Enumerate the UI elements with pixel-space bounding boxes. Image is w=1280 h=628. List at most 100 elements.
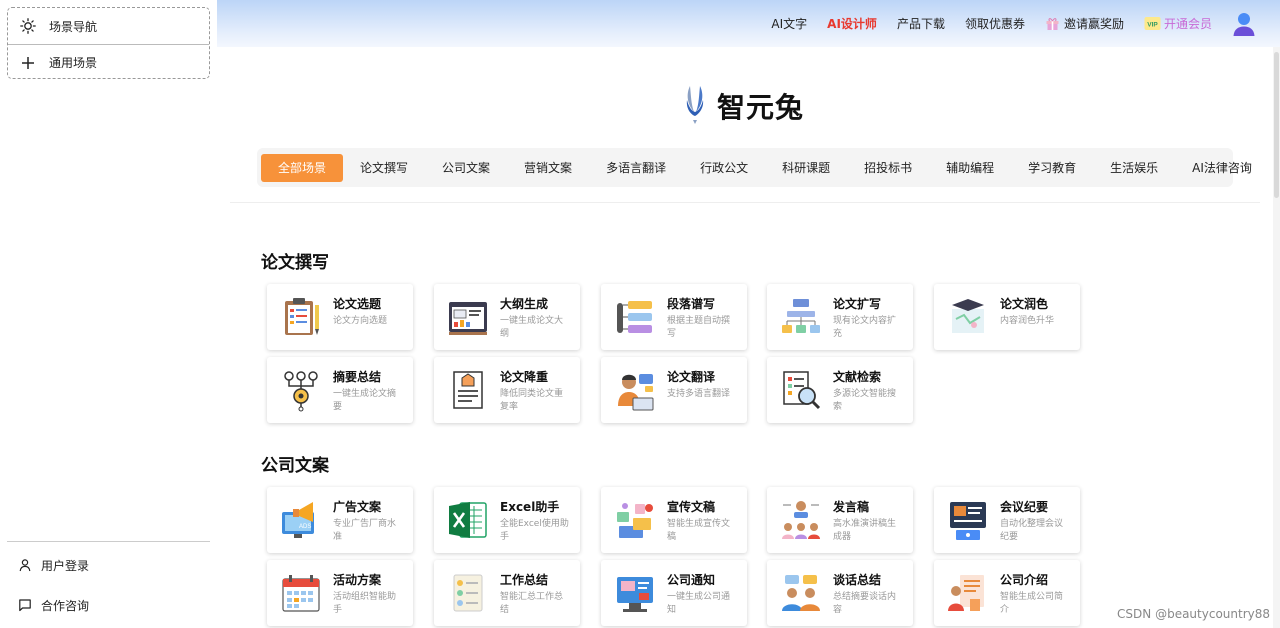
search-doc-icon — [779, 368, 823, 412]
tab-education[interactable]: 学习教育 — [1011, 154, 1093, 182]
sidebar-item-scene-nav[interactable]: 场景导航 — [8, 8, 209, 44]
main-content: AI文字 AI设计师 产品下载 领取优惠券 邀请赢奖励 VIP 开通会员 智元兔… — [217, 0, 1280, 628]
card-desc: 根据主题自动撰写 — [667, 316, 731, 339]
tab-company-copy[interactable]: 公司文案 — [425, 154, 507, 182]
sidebar: 场景导航 通用场景 用户登录 合作咨询 — [0, 0, 216, 628]
card-title: 发言稿 — [833, 500, 870, 514]
svg-text:ADS: ADS — [299, 524, 311, 530]
card-expand[interactable]: 论文扩写现有论文内容扩充 — [767, 284, 913, 350]
category-tabs: 全部场景 论文撰写 公司文案 营销文案 多语言翻译 行政公文 科研课题 招投标书… — [257, 148, 1252, 187]
promo-icon — [613, 498, 657, 542]
card-polish[interactable]: 论文润色 内容润色升华 — [934, 284, 1080, 350]
card-title: 公司介绍 — [1000, 573, 1049, 587]
card-title: 论文翻译 — [667, 370, 716, 384]
outline-board-icon — [446, 295, 490, 339]
tab-bidding[interactable]: 招投标书 — [847, 154, 929, 182]
sidebar-item-label: 通用场景 — [49, 56, 98, 70]
cooperation-button[interactable]: 合作咨询 — [7, 586, 210, 624]
megaphone-icon: ADS — [279, 498, 323, 542]
card-desc: 智能汇总工作总结 — [500, 592, 564, 615]
top-nav: AI文字 AI设计师 产品下载 领取优惠券 邀请赢奖励 VIP 开通会员 — [217, 0, 1280, 47]
scene-nav-box: 场景导航 通用场景 — [7, 7, 210, 79]
list-icon — [446, 571, 490, 615]
clipboard-icon — [279, 295, 323, 339]
speech-icon — [779, 498, 823, 542]
card-minutes[interactable]: 会议纪要 自动化整理会议纪要 — [934, 487, 1080, 553]
card-event-plan[interactable]: 活动方案 活动组织智能助手 — [267, 560, 413, 626]
nav-ai-designer[interactable]: AI设计师 — [827, 15, 877, 32]
sidebar-item-general-scene[interactable]: 通用场景 — [8, 44, 209, 80]
meeting-icon — [946, 498, 990, 542]
excel-icon — [446, 498, 490, 542]
card-desc: 智能生成公司简介 — [1000, 592, 1064, 615]
card-title: 摘要总结 — [333, 370, 382, 384]
card-talk-summary[interactable]: 谈话总结总结摘要谈话内容 — [767, 560, 913, 626]
avatar[interactable] — [1232, 11, 1256, 37]
card-dedup[interactable]: 论文降重 降低同类论文重复率 — [434, 357, 580, 423]
card-abstract[interactable]: 摘要总结一键生成论文摘要 — [267, 357, 413, 423]
card-desc: 一键生成公司通知 — [667, 592, 731, 615]
plus-icon — [20, 55, 36, 71]
tab-research[interactable]: 科研课题 — [765, 154, 847, 182]
card-title: 活动方案 — [333, 573, 382, 587]
card-title: 论文扩写 — [833, 297, 882, 311]
vip-badge-text: VIP — [1147, 22, 1158, 29]
translator-icon — [613, 368, 657, 412]
sidebar-item-label: 场景导航 — [49, 19, 98, 34]
card-desc: 总结摘要谈话内容 — [833, 592, 897, 615]
tab-lifestyle[interactable]: 生活娱乐 — [1093, 154, 1175, 182]
graduation-icon — [946, 295, 990, 339]
card-title: 论文润色 — [1000, 297, 1049, 311]
talk-icon — [779, 571, 823, 615]
card-outline[interactable]: 大纲生成一键生成论文大纲 — [434, 284, 580, 350]
card-title: 论文降重 — [500, 370, 549, 384]
tab-translation[interactable]: 多语言翻译 — [589, 154, 683, 182]
tab-marketing[interactable]: 营销文案 — [507, 154, 589, 182]
tab-thesis[interactable]: 论文撰写 — [343, 154, 425, 182]
card-title: 文献检索 — [833, 370, 882, 384]
card-company-intro[interactable]: 公司介绍智能生成公司简介 — [934, 560, 1080, 626]
card-ad-copy[interactable]: ADS 广告文案 专业广告厂商水准 — [267, 487, 413, 553]
section-title-company: 公司文案 — [261, 456, 329, 476]
paragraph-icon — [613, 295, 657, 339]
card-paragraph[interactable]: 段落谱写根据主题自动撰写 — [601, 284, 747, 350]
section-title-thesis: 论文撰写 — [261, 253, 329, 273]
nav-invite[interactable]: 邀请赢奖励 — [1045, 15, 1124, 32]
card-company-notice[interactable]: 公司通知 一键生成公司通知 — [601, 560, 747, 626]
calendar-icon — [279, 571, 323, 615]
card-title: 大纲生成 — [500, 297, 549, 311]
card-title: 宣传文稿 — [667, 500, 716, 514]
cooperation-label: 合作咨询 — [41, 598, 90, 613]
user-login-button[interactable]: 用户登录 — [7, 546, 210, 584]
card-title: Excel助手 — [500, 500, 560, 514]
card-excel[interactable]: Excel助手 全能Excel使用助手 — [434, 487, 580, 553]
card-title: 谈话总结 — [833, 573, 882, 587]
card-title: 段落谱写 — [667, 297, 716, 311]
tab-all-scenes[interactable]: 全部场景 — [261, 153, 344, 182]
card-desc: 多源论文智能搜索 — [833, 389, 897, 412]
tab-legal[interactable]: AI法律咨询 — [1175, 154, 1269, 182]
document-icon — [446, 368, 490, 412]
card-desc: 一键生成论文摘要 — [333, 389, 397, 412]
tab-coding[interactable]: 辅助编程 — [929, 154, 1011, 182]
card-title: 广告文案 — [333, 500, 382, 514]
nav-download[interactable]: 产品下载 — [897, 15, 945, 32]
nav-ai-text[interactable]: AI文字 — [771, 15, 807, 32]
card-promo[interactable]: 宣传文稿 智能生成宣传文稿 — [601, 487, 747, 553]
card-title: 论文选题 — [333, 297, 382, 311]
scrollbar-thumb[interactable] — [1274, 52, 1279, 198]
card-desc: 现有论文内容扩充 — [833, 316, 897, 339]
card-translate[interactable]: 论文翻译 支持多语言翻译 — [601, 357, 747, 423]
card-desc: 一键生成论文大纲 — [500, 316, 564, 339]
user-login-label: 用户登录 — [41, 558, 90, 573]
nav-vip[interactable]: VIP 开通会员 — [1144, 15, 1212, 32]
card-work-summary[interactable]: 工作总结智能汇总工作总结 — [434, 560, 580, 626]
card-literature[interactable]: 文献检索多源论文智能搜索 — [767, 357, 913, 423]
card-title: 工作总结 — [500, 573, 549, 587]
nav-coupon[interactable]: 领取优惠券 — [965, 15, 1025, 32]
gift-icon — [1046, 18, 1059, 30]
card-thesis-topic[interactable]: 论文选题 论文方向选题 — [267, 284, 413, 350]
tab-official-docs[interactable]: 行政公文 — [683, 154, 765, 182]
card-speech[interactable]: 发言稿 高水准演讲稿生成器 — [767, 487, 913, 553]
user-icon — [18, 558, 32, 572]
